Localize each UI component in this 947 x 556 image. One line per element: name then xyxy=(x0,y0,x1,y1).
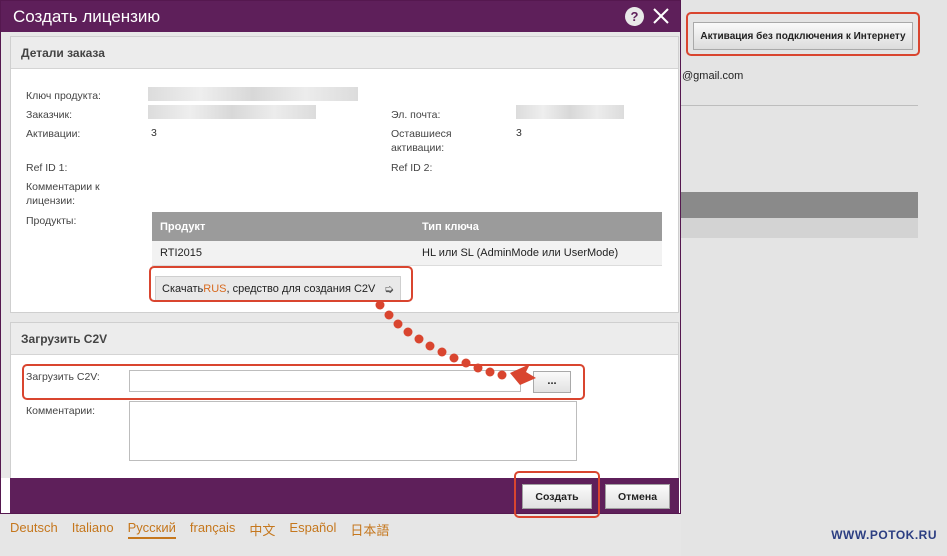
background-right-panel xyxy=(681,0,947,556)
customer-label: Заказчик: xyxy=(26,109,73,121)
table-header-row: Продукт Тип ключа xyxy=(152,212,662,241)
comments-textarea[interactable] xyxy=(129,401,577,461)
products-table: Продукт Тип ключа RTI2015 HL или SL (Adm… xyxy=(152,212,662,266)
background-table-row xyxy=(681,218,918,238)
language-bar: Deutsch Italiano Русский français 中文 Esp… xyxy=(10,520,389,539)
background-email-fragment: @gmail.com xyxy=(682,70,744,82)
annotation-highlight-download xyxy=(149,266,413,302)
dialog-title: Создать лицензию xyxy=(13,6,161,26)
ref-id-1-label: Ref ID 1: xyxy=(26,162,68,174)
watermark: WWW.POTOK.RU xyxy=(831,528,937,542)
language-link-de[interactable]: Deutsch xyxy=(10,520,58,539)
language-link-ja[interactable]: 日本語 xyxy=(350,520,389,539)
help-icon[interactable]: ? xyxy=(625,7,644,26)
activations-value: 3 xyxy=(151,127,157,139)
cancel-button[interactable]: Отмена xyxy=(605,484,670,509)
annotation-highlight-offline xyxy=(686,12,920,56)
background-table-header xyxy=(681,192,918,218)
create-license-dialog: Создать лицензию ? Детали заказа Ключ пр… xyxy=(0,0,681,514)
language-link-ru[interactable]: Русский xyxy=(127,520,176,539)
table-row: RTI2015 HL или SL (AdminMode или UserMod… xyxy=(152,241,662,266)
language-link-es[interactable]: Español xyxy=(289,520,336,539)
upload-c2v-heading: Загрузить C2V xyxy=(11,323,678,355)
cell-product: RTI2015 xyxy=(152,241,414,266)
background-divider xyxy=(681,105,918,106)
close-icon[interactable] xyxy=(651,6,671,26)
language-link-fr[interactable]: français xyxy=(190,520,236,539)
activations-label: Активации: xyxy=(26,128,81,140)
email-label: Эл. почта: xyxy=(391,109,441,121)
column-header-key-type: Тип ключа xyxy=(414,212,662,241)
annotation-highlight-upload xyxy=(22,364,585,400)
order-details-heading: Детали заказа xyxy=(11,37,678,69)
column-header-product: Продукт xyxy=(152,212,414,241)
cell-key-type: HL или SL (AdminMode или UserMode) xyxy=(414,241,662,266)
language-link-zh[interactable]: 中文 xyxy=(249,520,275,539)
remaining-activations-label: Оставшиеся активации: xyxy=(391,128,452,154)
dialog-header: Создать лицензию ? xyxy=(1,1,680,32)
remaining-activations-value: 3 xyxy=(516,127,522,139)
ref-id-2-label: Ref ID 2: xyxy=(391,162,433,174)
language-link-it[interactable]: Italiano xyxy=(72,520,114,539)
comments-label: Комментарии: xyxy=(26,405,96,417)
customer-value-redacted xyxy=(148,105,316,119)
license-comments-label: Комментарии к лицензии: xyxy=(26,181,100,207)
annotation-highlight-create xyxy=(514,471,600,518)
product-key-value-redacted xyxy=(148,87,358,101)
email-value-redacted xyxy=(516,105,624,119)
products-label: Продукты: xyxy=(26,215,77,227)
product-key-label: Ключ продукта: xyxy=(26,90,101,102)
